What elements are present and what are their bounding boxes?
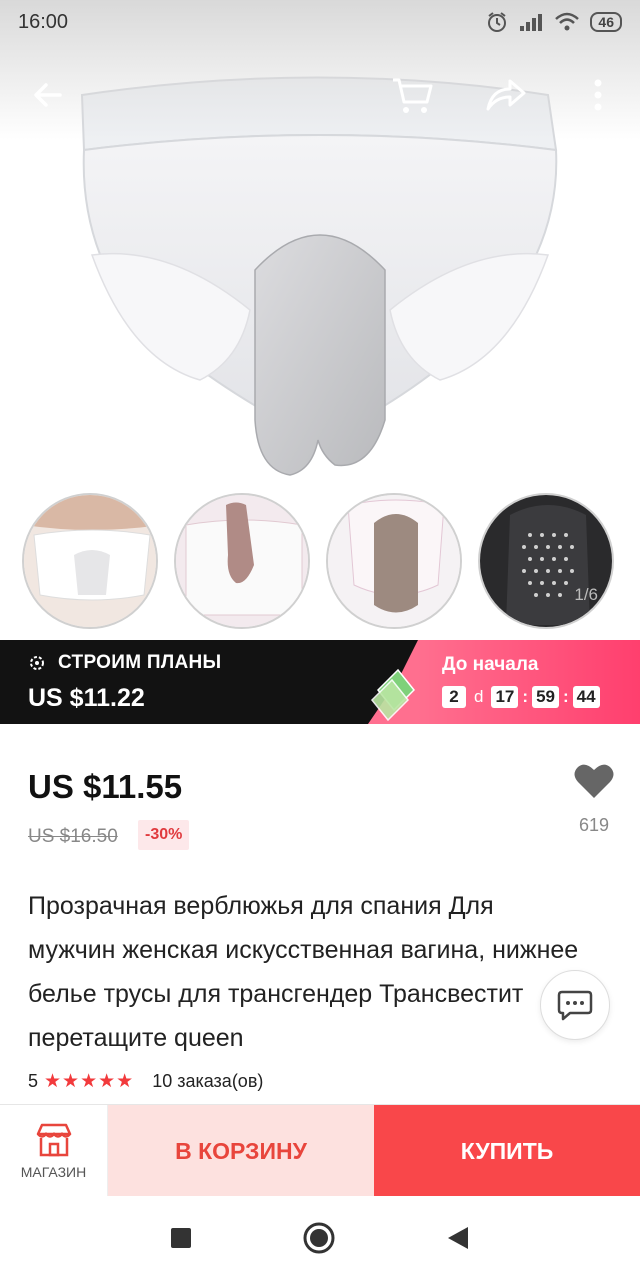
back-button[interactable] [20, 67, 76, 123]
promo-starts-label: До начала [442, 654, 539, 675]
battery-icon: 46 [590, 12, 622, 32]
thumbnail-strip: 1/6 [0, 493, 640, 633]
wishlist-count: 619 [578, 815, 610, 835]
bottom-action-bar: МАГАЗИН В КОРЗИНУ КУПИТЬ [0, 1104, 640, 1197]
countdown-days-unit: d [474, 687, 484, 706]
wifi-icon [555, 12, 580, 31]
status-icons: 46 [486, 11, 622, 33]
promo-decoration [368, 640, 418, 724]
countdown-timer: 2 d 17 : 59 : 44 [442, 686, 616, 708]
orders-count: 10 заказа(ов) [152, 1071, 264, 1091]
top-action-bar [0, 60, 640, 130]
signal-icon [520, 14, 543, 31]
discount-badge: -30% [138, 820, 190, 850]
rating-stars: ★★★★★ [44, 1071, 135, 1092]
recents-square-icon[interactable] [170, 1227, 192, 1249]
thumbnail-4-image [480, 495, 612, 627]
promo-banner[interactable]: СТРОИМ ПЛАНЫ US $11.22 До начала 2 d 17 … [0, 640, 640, 724]
countdown-hours: 17 [491, 686, 519, 708]
cart-button[interactable] [384, 67, 440, 123]
sparkle-icon [30, 656, 44, 670]
wishlist-button[interactable]: 619 [570, 762, 618, 836]
store-label: МАГАЗИН [20, 1164, 87, 1180]
thumbnail-4[interactable]: 1/6 [478, 493, 614, 629]
promo-right: До начала 2 d 17 : 59 : 44 [418, 640, 640, 724]
thumbnail-1[interactable] [22, 493, 158, 629]
chat-button[interactable] [540, 970, 610, 1040]
promo-tag: СТРОИМ ПЛАНЫ [28, 652, 390, 674]
share-button[interactable] [478, 67, 534, 123]
thumbnail-3[interactable] [326, 493, 462, 629]
home-circle-icon[interactable] [302, 1221, 336, 1255]
status-bar: 16:00 46 [0, 0, 640, 44]
countdown-separator: : [562, 687, 569, 706]
product-title: Прозрачная верблюжья для спания Для мужч… [28, 892, 579, 1052]
promo-price: US $11.22 [28, 684, 145, 712]
rating-value: 5 [28, 1071, 39, 1091]
countdown-seconds: 44 [572, 686, 600, 708]
more-button[interactable] [570, 67, 626, 123]
rating-row[interactable]: 5 ★★★★★ 10 заказа(ов) [28, 1070, 263, 1093]
original-price: US $16.50 [28, 826, 118, 847]
cart-icon [393, 78, 433, 113]
store-button[interactable]: МАГАЗИН [0, 1105, 108, 1197]
buy-now-button[interactable]: КУПИТЬ [374, 1105, 640, 1197]
thumbnail-3-image [328, 495, 460, 627]
current-price: US $11.55 [28, 768, 183, 805]
heart-icon [574, 764, 614, 798]
thumbnail-2-image [176, 495, 308, 627]
add-to-cart-button[interactable]: В КОРЗИНУ [108, 1105, 374, 1197]
countdown-days: 2 [442, 686, 466, 708]
store-icon [36, 1123, 71, 1157]
status-time: 16:00 [18, 10, 69, 33]
promo-tag-label: СТРОИМ ПЛАНЫ [58, 652, 222, 673]
share-icon [486, 79, 526, 111]
chat-bubble-icon [557, 990, 593, 1021]
countdown-minutes: 59 [532, 686, 559, 708]
thumbnail-2[interactable] [174, 493, 310, 629]
countdown-separator: : [522, 687, 529, 706]
back-arrow-icon [34, 83, 62, 107]
gallery-counter: 1/6 [574, 585, 598, 604]
promo-left: СТРОИМ ПЛАНЫ US $11.22 [0, 640, 418, 724]
more-vertical-icon [594, 79, 602, 111]
thumbnail-1-image [24, 495, 156, 627]
back-triangle-icon[interactable] [446, 1225, 470, 1251]
alarm-icon [488, 12, 507, 32]
android-nav-bar [0, 1196, 640, 1280]
